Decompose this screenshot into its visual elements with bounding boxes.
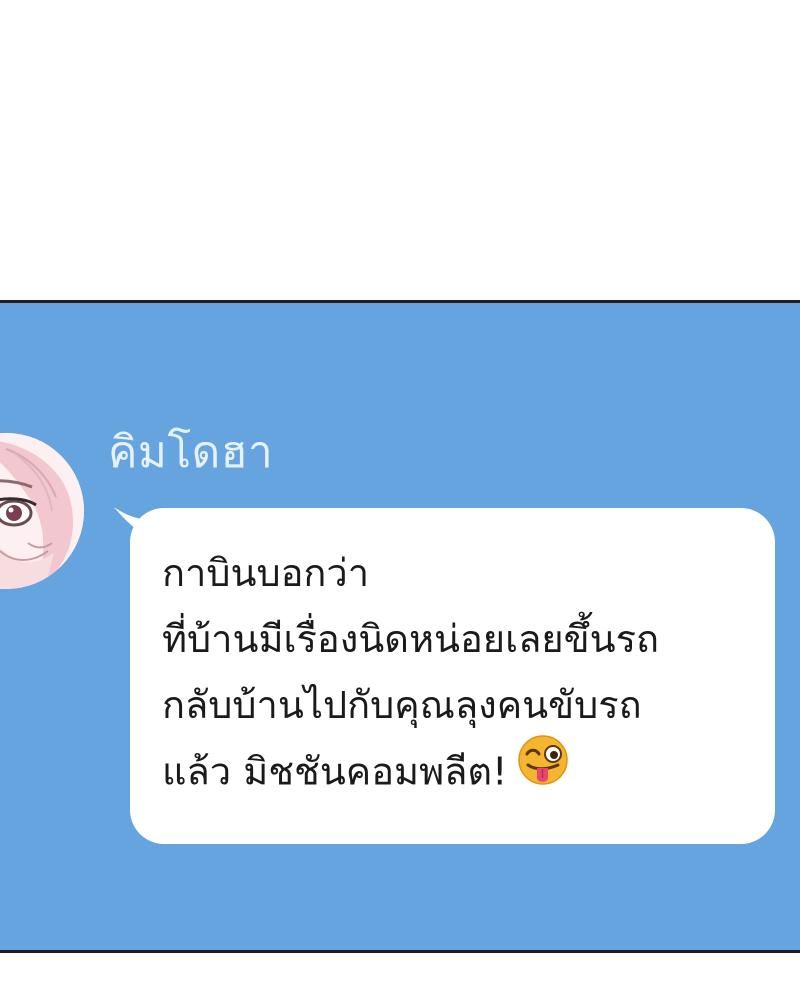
sender-name: คิมโดฮา bbox=[108, 427, 274, 478]
message-line-4: แล้ว มิชชันคอมพลีต! bbox=[162, 735, 747, 810]
chat-panel: คิมโดฮา กาบินบอกว่า ที่บ้านมีเรื่องนิดหน… bbox=[0, 300, 800, 953]
message-line-1: กาบินบอกว่า bbox=[162, 551, 370, 595]
winking-face-with-tongue-icon bbox=[517, 734, 569, 806]
avatar[interactable] bbox=[0, 433, 84, 589]
page: คิมโดฮา กาบินบอกว่า ที่บ้านมีเรื่องนิดหน… bbox=[0, 0, 800, 1000]
message-bubble[interactable]: กาบินบอกว่า ที่บ้านมีเรื่องนิดหน่อยเลยขึ… bbox=[130, 508, 775, 844]
message-line-2: ที่บ้านมีเรื่องนิดหน่อยเลยขึ้นรถ bbox=[162, 617, 659, 661]
message-line-4-text: แล้ว มิชชันคอมพลีต! bbox=[162, 749, 508, 794]
message-line-3: กลับบ้านไปกับคุณลุงคนขับรถ bbox=[162, 683, 642, 727]
avatar-portrait-image bbox=[0, 433, 84, 589]
